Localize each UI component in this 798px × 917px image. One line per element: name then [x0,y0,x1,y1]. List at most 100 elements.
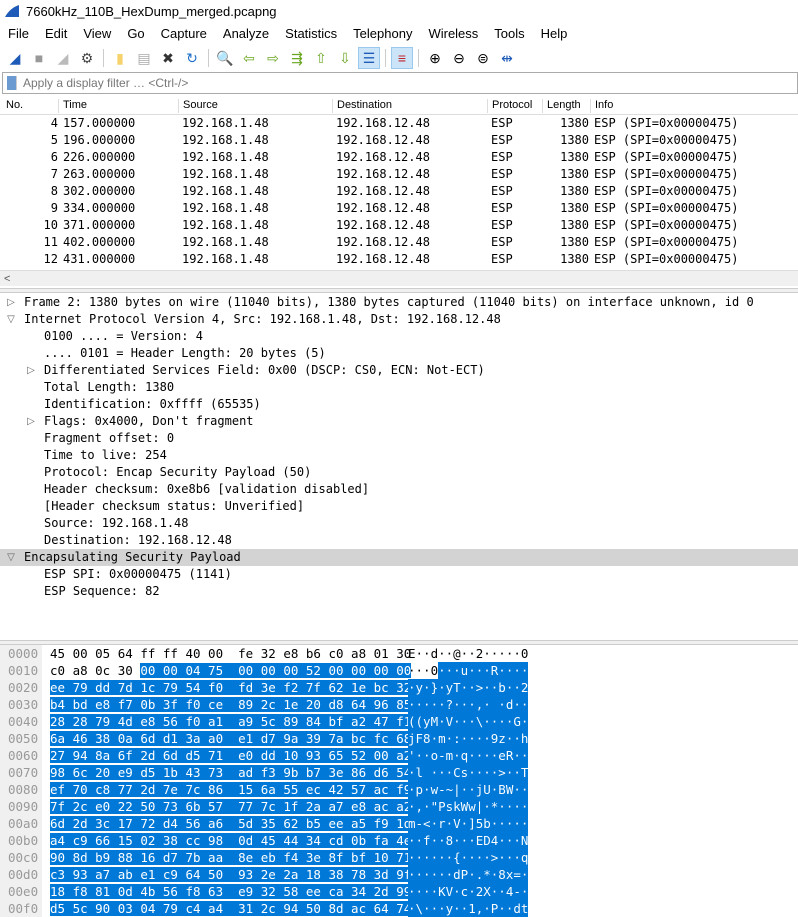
hex-ascii[interactable]: ·y·}·yT··>··b··2 [408,680,528,695]
hex-byte[interactable]: 7f [50,799,73,814]
hex-byte[interactable]: f9 [373,816,397,831]
hex-ascii-cell[interactable]: ······dP·.*·8x=· [408,866,528,883]
hex-byte[interactable]: 20 [95,765,118,780]
hex-byte[interactable]: 4b [140,884,163,899]
hex-byte[interactable]: 28 [50,714,73,729]
hex-byte[interactable]: 3c [95,816,118,831]
menu-capture[interactable]: Capture [153,26,215,41]
column-header-info[interactable]: Info [590,99,613,113]
hex-bytes[interactable]: 6a 46 38 0a 6d d1 3a a0 e1 d7 9a 39 7a b… [50,730,412,747]
hex-byte[interactable]: 45 [260,833,284,848]
hex-bytes[interactable]: 98 6c 20 e9 d5 1b 43 73 ad f3 9b b7 3e 8… [50,764,412,781]
hex-byte[interactable]: ca [328,884,352,899]
hex-byte[interactable]: 94 [283,901,306,916]
hex-byte[interactable]: 6d [50,816,73,831]
hex-byte[interactable]: a7 [328,799,352,814]
hex-ascii[interactable]: m-<·r·V·]5b····· [408,816,528,831]
hex-byte[interactable]: 62 [283,816,306,831]
hex-byte[interactable]: 64 [351,697,374,712]
hex-byte[interactable]: 79 [72,680,96,695]
first-packet-button[interactable]: ⇧ [310,47,332,69]
hex-byte[interactable]: 7e [162,782,186,797]
hex-byte[interactable]: 55 [283,782,306,797]
hex-ascii[interactable]: ·,·"PskWw|·*···· [408,799,528,814]
hex-ascii[interactable]: ······dP·.*·8x=· [408,867,528,882]
hex-byte[interactable]: c0 [50,663,73,678]
packet-row[interactable]: 11 402.000000 192.168.1.48 192.168.12.48 ESP… [0,234,798,251]
hex-ascii[interactable]: ··f··8···ED4···N [408,833,528,848]
scroll-left-icon[interactable]: < [4,273,10,285]
hex-byte[interactable]: 00 [73,646,96,661]
hex-byte[interactable]: aa [208,850,239,865]
hex-byte[interactable]: 63 [208,884,239,899]
detail-row[interactable]: ▽ Internet Protocol Version 4, Src: 192.1… [0,311,798,328]
hex-ascii-cell[interactable]: ((yM·V···\····G· [408,713,528,730]
hex-byte[interactable]: 66 [95,833,118,848]
hex-byte[interactable]: 3a [185,731,209,746]
hex-bytes[interactable]: ef 70 c8 77 2d 7e 7c 86 15 6a 55 ec 42 5… [50,781,412,798]
hex-byte[interactable]: 9b [283,765,306,780]
find-button[interactable]: 🔍 [214,47,236,69]
hex-byte[interactable]: cc [185,833,209,848]
hex-byte[interactable]: 17 [117,816,141,831]
hex-byte[interactable]: 3e [305,850,329,865]
hex-byte[interactable]: 02 [140,833,163,848]
hex-byte[interactable]: 04 [140,901,163,916]
hex-byte[interactable]: 44 [283,833,306,848]
column-header-time[interactable]: Time [58,99,87,113]
hex-byte[interactable]: 96 [373,697,397,712]
hex-byte[interactable]: 43 [185,765,209,780]
hex-byte[interactable]: e8 [140,714,163,729]
stop-button[interactable]: ■ [28,47,50,69]
hex-byte[interactable]: f3 [260,765,284,780]
hex-byte[interactable]: 72 [140,816,163,831]
hex-byte[interactable]: 8d [328,901,352,916]
hex-byte[interactable]: 6b [185,799,209,814]
hex-byte[interactable]: 15 [238,782,261,797]
hex-byte[interactable]: 71 [208,748,239,763]
hex-byte[interactable]: a8 [351,646,374,661]
detail-row[interactable]: Protocol: Encap Security Payload (50) [0,464,798,481]
hex-byte[interactable]: 89 [238,697,261,712]
expand-arrow-icon[interactable]: ▷ [24,362,38,379]
hex-byte[interactable]: 0b [351,833,374,848]
hex-byte[interactable]: a2 [351,714,374,729]
hex-byte[interactable]: 32 [260,884,284,899]
hex-byte[interactable]: 64 [118,646,141,661]
hex-byte[interactable]: a5 [351,816,374,831]
hex-byte[interactable]: 38 [162,833,186,848]
hex-byte[interactable]: bc [351,731,374,746]
hex-byte[interactable]: 2c [260,697,284,712]
hex-byte[interactable]: d6 [373,765,397,780]
packet-row[interactable]: 10 371.000000 192.168.1.48 192.168.12.48 ESP… [0,217,798,234]
hex-byte[interactable]: 78 [351,867,374,882]
hex-byte[interactable]: 3e [260,680,284,695]
hex-byte[interactable]: 8a [95,748,118,763]
hex-byte[interactable]: b4 [50,697,73,712]
packet-row[interactable]: 6 226.000000 192.168.1.48 192.168.12.48 ESP 1… [0,149,798,166]
hex-byte[interactable]: e8 [351,799,374,814]
packet-row[interactable]: 9 334.000000 192.168.1.48 192.168.12.48 ESP 1… [0,200,798,217]
hex-byte[interactable]: 5c [260,714,284,729]
hex-byte[interactable]: 93 [305,748,329,763]
hex-byte[interactable]: ab [117,867,141,882]
menu-statistics[interactable]: Statistics [277,26,345,41]
resize-columns-button[interactable]: ⇹ [496,47,518,69]
detail-row[interactable]: .... 0101 = Header Length: 20 bytes (5) [0,345,798,362]
hex-byte[interactable]: fd [238,680,261,695]
hex-byte[interactable]: d1 [162,731,186,746]
hex-byte[interactable]: dd [260,748,284,763]
hex-byte[interactable]: 38 [95,731,118,746]
back-button[interactable]: ⇦ [238,47,260,69]
hex-byte[interactable]: 1e [351,680,374,695]
hex-byte[interactable]: 75 [208,663,239,678]
options-gear-button[interactable]: ⚙ [76,47,98,69]
hex-byte[interactable]: 00 [283,663,306,678]
go-to-packet-button[interactable]: ⇶ [286,47,308,69]
hex-byte[interactable]: ec [305,782,329,797]
hex-bytes[interactable]: b4 bd e8 f7 0b 3f f0 ce 89 2c 1e 20 d8 6… [50,696,412,713]
detail-row[interactable]: ESP Sequence: 82 [0,583,798,600]
hex-byte[interactable]: 3e [328,765,352,780]
hex-byte[interactable]: 2a [305,799,329,814]
hex-byte[interactable]: ac [373,782,397,797]
